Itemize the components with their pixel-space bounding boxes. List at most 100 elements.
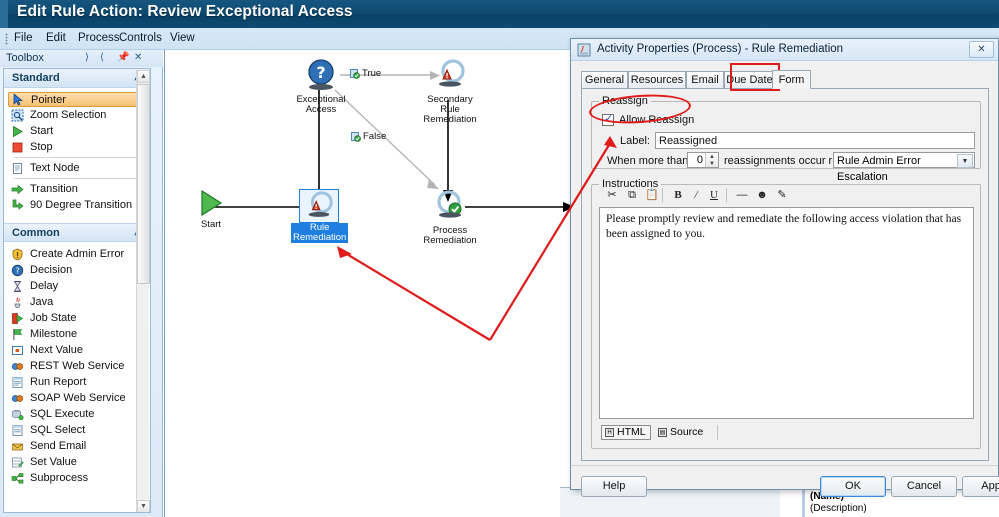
toolbox-scrollbar[interactable]: ▲ ▼: [136, 70, 149, 513]
menu-process[interactable]: Process: [78, 32, 120, 44]
ninety-degree-transition-icon: [11, 199, 24, 212]
canvas-node-label-selected: RuleRemediation: [291, 223, 348, 243]
tab-email[interactable]: Email: [686, 71, 724, 89]
toolbox-item-label: Subprocess: [30, 472, 88, 484]
source-mode-label: Source: [670, 426, 703, 439]
reassignment-count-stepper[interactable]: 0 ▲ ▼: [687, 152, 719, 168]
toolbox-item-zoom-selection[interactable]: Zoom Selection: [4, 107, 150, 123]
stepper-down-icon[interactable]: ▼: [706, 160, 718, 167]
pin-icon[interactable]: 📌: [117, 52, 129, 63]
canvas-node-exceptional-access[interactable]: ? ExceptionalAccess: [291, 58, 351, 115]
transition-condition-icon: [350, 69, 360, 79]
scrollbar-thumb[interactable]: [137, 84, 150, 284]
scroll-down-arrow-icon[interactable]: ▼: [137, 500, 150, 513]
toolbox-group-common-title: Common: [12, 227, 60, 239]
tab-form[interactable]: Form: [772, 70, 811, 89]
canvas-node-process-remediation[interactable]: ProcessRemediation: [420, 189, 480, 246]
job-state-icon: [11, 312, 24, 325]
canvas-node-secondary-rule-remediation[interactable]: SecondaryRuleRemediation: [420, 58, 480, 125]
tab-general[interactable]: General: [581, 71, 628, 89]
toolbox-item-next-value[interactable]: Next Value: [4, 342, 150, 358]
titlebar-left-edge: [0, 0, 8, 28]
toolbox-group-common[interactable]: Common ▲: [4, 223, 150, 242]
source-mode-button[interactable]: ▤ Source: [655, 425, 707, 440]
dialog-button-separator: [571, 465, 998, 466]
paste-icon[interactable]: 📋: [644, 187, 660, 203]
cancel-button[interactable]: Cancel: [891, 476, 957, 497]
toolbox-item-label: Job State: [30, 312, 76, 324]
canvas-node-rule-remediation[interactable]: RuleRemediation: [291, 189, 347, 243]
toolbox-item-start[interactable]: Start: [4, 123, 150, 139]
html-mode-label: HTML: [617, 426, 646, 439]
toolbox-item-job-state[interactable]: Job State: [4, 310, 150, 326]
cut-icon[interactable]: ✂: [604, 187, 620, 203]
close-icon[interactable]: ✕: [134, 52, 142, 63]
transition-icon: [11, 183, 24, 196]
page-title: Edit Rule Action: Review Exceptional Acc…: [17, 3, 353, 21]
toolbox-item-text-node[interactable]: Text Node: [4, 160, 150, 176]
chevron-down-icon[interactable]: ▼: [957, 154, 973, 168]
sql-select-icon: [11, 424, 24, 437]
toolbox-header: Toolbox ⟩ ⟨ 📌 ✕: [0, 50, 163, 67]
application-icon: [577, 43, 591, 57]
reassign-label-input[interactable]: Reassigned: [655, 132, 975, 149]
toolbox-item-pointer[interactable]: Pointer: [8, 92, 144, 107]
toolbox-item-label: REST Web Service: [30, 360, 124, 372]
apply-button[interactable]: Apply: [962, 476, 999, 497]
toolbox-item-sql-execute[interactable]: SQL Execute: [4, 406, 150, 422]
toolbox-item-send-email[interactable]: Send Email: [4, 438, 150, 454]
menu-edit[interactable]: Edit: [46, 32, 66, 44]
canvas-node-label: ExceptionalAccess: [291, 95, 351, 115]
canvas-node-start[interactable]: Start: [187, 189, 235, 230]
menu-view[interactable]: View: [170, 32, 195, 44]
toolbox-item-transition[interactable]: Transition: [4, 181, 150, 197]
html-mode-button[interactable]: H HTML: [601, 425, 651, 440]
close-icon[interactable]: ✕: [969, 41, 994, 58]
toolbox-group-standard[interactable]: Standard ▲: [4, 69, 150, 88]
help-button[interactable]: Help: [581, 476, 647, 497]
toolbox-item-run-report[interactable]: Run Report: [4, 374, 150, 390]
collapse-all-icon[interactable]: ⟨: [100, 52, 104, 63]
image-icon[interactable]: ☻: [754, 187, 770, 203]
tab-resources[interactable]: Resources: [628, 71, 686, 89]
dialog-titlebar: Activity Properties (Process) - Rule Rem…: [571, 39, 998, 61]
instructions-textarea[interactable]: Please promptly review and remediate the…: [599, 207, 974, 419]
form-tab-page: Reassign Allow Reassign Label: Reassigne…: [581, 89, 989, 461]
toolbox-item-subprocess[interactable]: Subprocess: [4, 470, 150, 486]
copy-icon[interactable]: ⧉: [624, 187, 640, 203]
toolbox-item-soap-web-service[interactable]: SOAP Web Service: [4, 390, 150, 406]
escalation-rule-value: Rule Admin Error Escalation: [837, 155, 921, 183]
stepper-up-icon[interactable]: ▲: [706, 153, 718, 160]
menu-file[interactable]: File: [14, 32, 33, 44]
toolbox-item-set-value[interactable]: Set Value: [4, 454, 150, 470]
scroll-up-arrow-icon[interactable]: ▲: [137, 70, 150, 83]
toolbox-item-rest-web-service[interactable]: REST Web Service: [4, 358, 150, 374]
toolbox-item-decision[interactable]: ? Decision: [4, 262, 150, 278]
toolbox-item-label: Java: [30, 296, 53, 308]
toolbox-separator: [14, 157, 140, 158]
italic-icon[interactable]: /: [688, 187, 704, 203]
toolbox-group-standard-title: Standard: [12, 72, 60, 84]
horizontal-rule-icon[interactable]: —: [734, 187, 750, 203]
menubar-grip[interactable]: [5, 33, 8, 45]
application-titlebar: Edit Rule Action: Review Exceptional Acc…: [0, 0, 999, 28]
stepper-buttons[interactable]: ▲ ▼: [705, 153, 718, 167]
html-icon: H: [605, 428, 614, 437]
toolbox-item-milestone[interactable]: Milestone: [4, 326, 150, 342]
canvas-node-label: ProcessRemediation: [420, 226, 480, 246]
start-icon: [11, 125, 24, 138]
toolbox-item-sql-select[interactable]: SQL Select: [4, 422, 150, 438]
toolbox-item-stop[interactable]: Stop: [4, 139, 150, 155]
menu-controls[interactable]: Controls: [119, 32, 162, 44]
rest-web-service-icon: [11, 360, 24, 373]
toolbox-item-create-admin-error[interactable]: Create Admin Error: [4, 246, 150, 262]
toolbox-item-java[interactable]: Java: [4, 294, 150, 310]
bold-icon[interactable]: B: [670, 187, 686, 203]
toolbox-item-90-degree-transition[interactable]: 90 Degree Transition: [4, 197, 150, 213]
toolbox-item-delay[interactable]: Delay: [4, 278, 150, 294]
underline-icon[interactable]: U: [706, 187, 722, 203]
link-icon[interactable]: ✎: [774, 187, 790, 203]
escalation-rule-select[interactable]: Rule Admin Error Escalation ▼: [833, 152, 975, 168]
ok-button[interactable]: OK: [820, 476, 886, 497]
expand-all-icon[interactable]: ⟩: [85, 52, 89, 63]
